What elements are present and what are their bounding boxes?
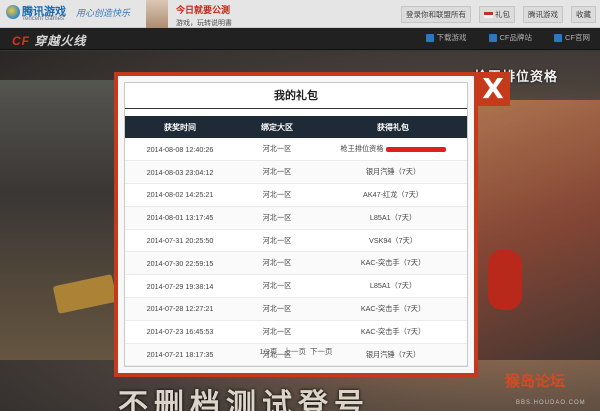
column-header-time: 获奖时间 xyxy=(125,116,235,138)
cell-gift: 枪王排位资格 xyxy=(319,138,467,162)
cell-zone: 河北一区 xyxy=(235,206,319,230)
page-info: 1/2页 xyxy=(259,347,278,356)
cell-zone-text: 河北一区 xyxy=(262,144,292,154)
cell-gift-text: KAC-突击手（7天） xyxy=(360,303,426,313)
cell-time-text: 2014-08-02 14:25:21 xyxy=(146,190,214,200)
cell-time: 2014-07-29 19:38:14 xyxy=(125,274,235,299)
cell-time: 2014-07-28 12:27:21 xyxy=(125,297,235,321)
gift-table: 获奖时间 绑定大区 获得礼包 2014-08-08 12:40:26 河北一区 枪王… xyxy=(125,116,467,367)
cell-zone: 河北一区 xyxy=(235,274,319,299)
cell-time-text: 2014-08-08 12:40:26 xyxy=(146,144,214,154)
cell-zone: 河北一区 xyxy=(235,138,319,162)
cell-time-text: 2014-07-30 22:59:15 xyxy=(146,258,214,268)
next-page-link[interactable]: 下一页 xyxy=(310,347,333,356)
column-header-gift: 获得礼包 xyxy=(319,116,467,138)
cell-gift: L85A1（7天） xyxy=(319,274,467,299)
cell-zone: 河北一区 xyxy=(235,183,319,207)
cell-zone-text: 河北一区 xyxy=(262,326,292,336)
cell-gift-text: KAC-突击手（7天） xyxy=(360,326,426,336)
cell-time-text: 2014-08-03 23:04:12 xyxy=(146,167,214,177)
cell-zone-text: 河北一区 xyxy=(262,258,292,268)
modal-title: 我的礼包 xyxy=(125,83,467,109)
cell-gift-text: AK47-红龙（7天） xyxy=(363,189,423,199)
gift-table-body: 2014-08-08 12:40:26 河北一区 枪王排位资格 2014-08-03 … xyxy=(125,138,467,367)
cell-zone: 河北一区 xyxy=(235,320,319,344)
cell-zone: 河北一区 xyxy=(235,251,319,276)
gift-modal-content: 我的礼包 获奖时间 绑定大区 获得礼包 2014-08-08 12:40:26 河… xyxy=(124,82,468,367)
close-button[interactable]: X xyxy=(476,72,510,106)
cell-gift-text: 枪王排位资格 xyxy=(340,144,384,154)
cell-gift-text: L85A1（7天） xyxy=(369,281,417,291)
cell-gift: 银月汽锤（7天） xyxy=(319,160,467,185)
cell-gift: AK47-红龙（7天） xyxy=(319,183,467,207)
cell-time: 2014-08-01 13:17:45 xyxy=(125,206,235,230)
column-header-zone: 绑定大区 xyxy=(235,116,319,138)
table-row: 2014-07-31 20:25:50 河北一区 VSK94（7天） xyxy=(125,229,467,253)
cell-time: 2014-08-03 23:04:12 xyxy=(125,160,235,185)
cell-time-text: 2014-08-01 13:17:45 xyxy=(146,213,214,223)
table-row: 2014-07-29 19:38:14 河北一区 L85A1（7天） xyxy=(125,274,467,299)
cell-time: 2014-07-23 16:45:53 xyxy=(125,320,235,344)
cell-zone: 河北一区 xyxy=(235,160,319,185)
cell-gift-text: 银月汽锤（7天） xyxy=(365,167,421,177)
cell-time: 2014-08-02 14:25:21 xyxy=(125,183,235,207)
cell-time-text: 2014-07-23 16:45:53 xyxy=(146,327,214,337)
pagination: 1/2页 上一页 下一页 xyxy=(125,346,467,357)
table-header-row: 获奖时间 绑定大区 获得礼包 xyxy=(125,116,467,138)
table-row: 2014-07-30 22:59:15 河北一区 KAC-突击手（7天） xyxy=(125,251,467,276)
cell-zone: 河北一区 xyxy=(235,229,319,253)
cell-gift: KAC-突击手（7天） xyxy=(319,251,467,276)
cell-zone-text: 河北一区 xyxy=(262,303,292,313)
cell-zone-text: 河北一区 xyxy=(262,281,292,291)
table-row: 2014-08-08 12:40:26 河北一区 枪王排位资格 xyxy=(125,138,467,162)
redaction-mark xyxy=(385,146,446,152)
cell-time-text: 2014-07-29 19:38:14 xyxy=(146,281,214,291)
cell-time-text: 2014-07-31 20:25:50 xyxy=(146,236,214,246)
cell-time-text: 2014-07-28 12:27:21 xyxy=(146,304,214,314)
cell-gift: KAC-突击手（7天） xyxy=(319,320,467,344)
table-row: 2014-07-23 16:45:53 河北一区 KAC-突击手（7天） xyxy=(125,320,467,344)
prev-page-link[interactable]: 上一页 xyxy=(284,347,307,356)
cell-gift: L85A1（7天） xyxy=(319,206,467,230)
table-row: 2014-08-03 23:04:12 河北一区 银月汽锤（7天） xyxy=(125,160,467,185)
cell-gift: KAC-突击手（7天） xyxy=(319,297,467,321)
cell-gift-text: L85A1（7天） xyxy=(369,212,417,222)
cell-time: 2014-07-30 22:59:15 xyxy=(125,251,235,276)
gift-modal: 我的礼包 获奖时间 绑定大区 获得礼包 2014-08-08 12:40:26 河… xyxy=(114,72,478,377)
table-row: 2014-08-01 13:17:45 河北一区 L85A1（7天） xyxy=(125,206,467,230)
cell-zone-text: 河北一区 xyxy=(262,189,292,199)
cell-time: 2014-08-08 12:40:26 xyxy=(125,138,235,162)
table-row: 2014-08-02 14:25:21 河北一区 AK47-红龙（7天） xyxy=(125,183,467,207)
cell-zone-text: 河北一区 xyxy=(262,235,292,245)
cell-gift: VSK94（7天） xyxy=(319,229,467,253)
cell-gift-text: KAC-突击手（7天） xyxy=(360,258,426,268)
cell-zone-text: 河北一区 xyxy=(262,212,292,222)
cell-time: 2014-07-31 20:25:50 xyxy=(125,229,235,253)
cell-gift-text: VSK94（7天） xyxy=(369,235,417,245)
cell-zone: 河北一区 xyxy=(235,297,319,321)
table-row: 2014-07-28 12:27:21 河北一区 KAC-突击手（7天） xyxy=(125,297,467,321)
cell-zone-text: 河北一区 xyxy=(262,167,292,177)
